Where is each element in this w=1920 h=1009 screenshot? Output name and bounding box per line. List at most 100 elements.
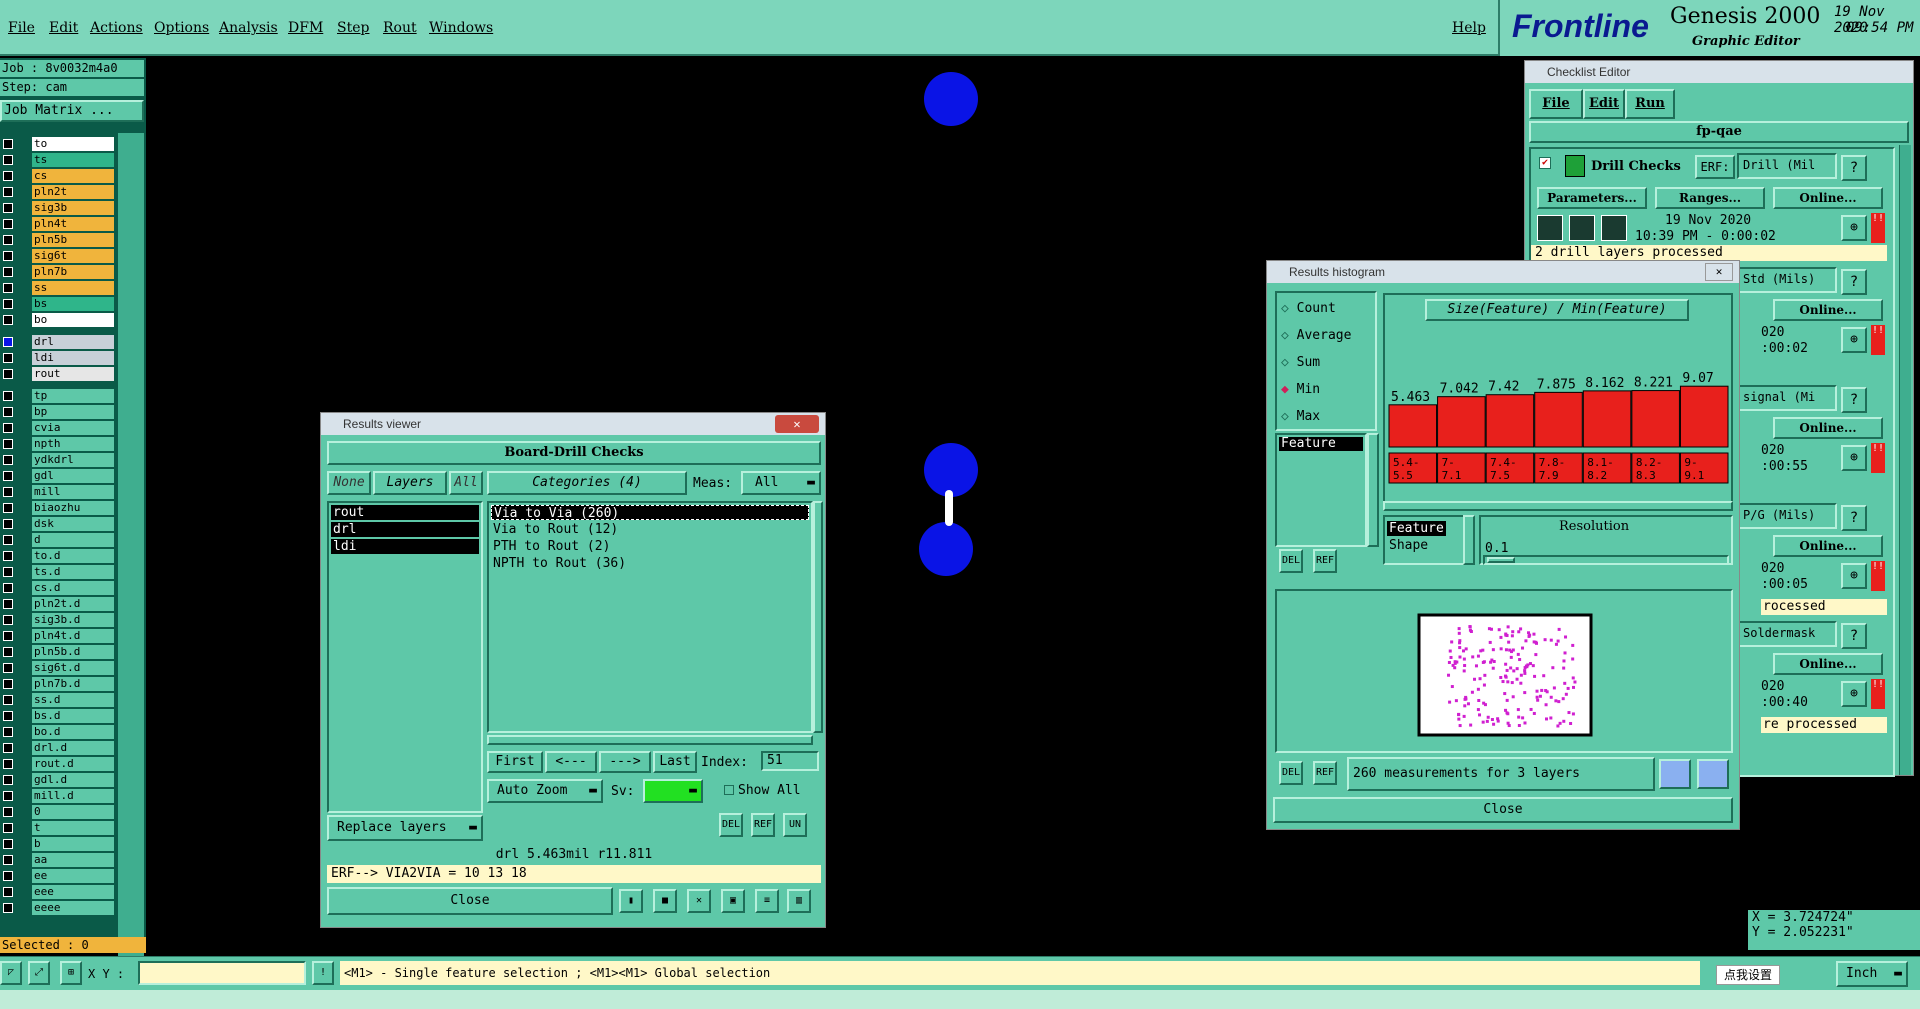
layers-button[interactable]: Layers [373, 471, 447, 495]
feature-list[interactable]: Feature [1275, 433, 1367, 547]
layer-checkbox[interactable] [3, 711, 13, 721]
select-tool-icon[interactable]: ◸ [0, 961, 22, 985]
layer-checkbox[interactable] [3, 887, 13, 897]
layer-checkbox[interactable] [3, 283, 13, 293]
layer-checkbox[interactable] [3, 839, 13, 849]
radio-option[interactable]: ◇ Average [1281, 328, 1351, 343]
next-button[interactable]: ---> [599, 751, 651, 773]
erf-field[interactable]: signal (Mi [1737, 385, 1837, 411]
layer-name[interactable]: dsk [32, 517, 114, 531]
resolution-slider[interactable] [1483, 555, 1729, 565]
layer-name[interactable]: ee [32, 869, 114, 883]
layer-checkbox[interactable] [3, 567, 13, 577]
layer-name[interactable]: ts.d [32, 565, 114, 579]
menu-step[interactable]: Step [337, 20, 369, 36]
layer-name[interactable]: pln5b [32, 233, 114, 247]
checklist-menu-run[interactable]: Run [1625, 89, 1675, 119]
checklist-menu-edit[interactable]: Edit [1583, 89, 1625, 119]
erf-field[interactable]: Drill (Mil [1737, 153, 1837, 179]
histogram-bar[interactable] [1679, 385, 1729, 448]
layer-checkbox[interactable] [3, 871, 13, 881]
layer-checkbox[interactable] [3, 759, 13, 769]
help-icon[interactable]: ? [1841, 387, 1867, 413]
layer-scroll-area[interactable] [118, 133, 144, 993]
layer-checkbox[interactable] [3, 407, 13, 417]
parameters-button[interactable]: Parameters... [1537, 187, 1647, 209]
layer-checkbox[interactable] [3, 647, 13, 657]
categories-list[interactable]: Via to Via (260) Via to Rout (12) PTH to… [487, 501, 813, 733]
vertical-scrollbar[interactable] [1899, 145, 1911, 775]
menu-windows[interactable]: Windows [429, 20, 493, 36]
zoom-icon[interactable]: ⊕ [1841, 445, 1867, 471]
histogram-bar[interactable] [1582, 390, 1632, 448]
import-icon[interactable] [1697, 759, 1729, 789]
layer-checkbox[interactable] [3, 353, 13, 363]
check-enabled-checkbox[interactable]: ✔ [1539, 157, 1551, 169]
layer-name[interactable]: mill [32, 485, 114, 499]
layer-name[interactable]: pln5b.d [32, 645, 114, 659]
slider-handle[interactable] [1487, 557, 1515, 563]
layer-checkbox[interactable] [3, 807, 13, 817]
layer-checkbox[interactable] [3, 299, 13, 309]
zoom-icon[interactable]: ⊕ [1841, 681, 1867, 707]
histogram-bar[interactable] [1485, 394, 1535, 448]
layer-checkbox[interactable] [3, 791, 13, 801]
layer-checkbox[interactable] [3, 391, 13, 401]
layer-name[interactable]: rout [32, 367, 114, 381]
vertical-scrollbar[interactable] [1463, 515, 1475, 565]
layer-checkbox[interactable] [3, 519, 13, 529]
report-icon[interactable]: ■ [653, 889, 677, 913]
list-item[interactable]: drl [331, 522, 479, 537]
layer-name[interactable]: ts [32, 153, 114, 167]
layer-checkbox[interactable] [3, 535, 13, 545]
layer-name[interactable]: bo [32, 313, 114, 327]
layer-checkbox[interactable] [3, 487, 13, 497]
layer-checkbox[interactable] [3, 337, 13, 347]
last-button[interactable]: Last [653, 751, 697, 773]
ranges-button[interactable]: Ranges... [1655, 187, 1765, 209]
histogram-bar[interactable] [1437, 396, 1486, 448]
layer-checkbox[interactable] [3, 823, 13, 833]
histogram-chart[interactable]: Size(Feature) / Min(Feature) 5.463 5.4- 5.… [1383, 293, 1733, 507]
list-item[interactable]: Shape [1387, 538, 1469, 553]
layer-name[interactable]: cs [32, 169, 114, 183]
layer-checkbox[interactable] [3, 139, 13, 149]
stop-icon[interactable] [1601, 215, 1627, 241]
layer-name[interactable]: drl [32, 335, 114, 349]
zoom-icon[interactable]: ⊕ [1841, 215, 1867, 241]
layer-name[interactable]: pln7b [32, 265, 114, 279]
menu-rout[interactable]: Rout [383, 20, 417, 36]
layer-name[interactable]: b [32, 837, 114, 851]
layer-name[interactable]: to [32, 137, 114, 151]
layer-checkbox[interactable] [3, 679, 13, 689]
erf-field[interactable]: P/G (Mils) [1737, 503, 1837, 529]
zoom-icon[interactable]: ⊕ [1841, 563, 1867, 589]
vertical-scrollbar[interactable] [813, 501, 823, 733]
settings-tooltip[interactable]: 点我设置 [1716, 965, 1780, 985]
none-button[interactable]: None [327, 471, 371, 495]
del-icon[interactable]: DEL [719, 813, 743, 837]
measure-tool-icon[interactable]: ⤢ [28, 961, 50, 985]
layer-name[interactable]: pln2t [32, 185, 114, 199]
layer-checkbox[interactable] [3, 369, 13, 379]
layer-name[interactable]: cs.d [32, 581, 114, 595]
online-button[interactable]: Online... [1773, 299, 1883, 321]
radio-option[interactable]: ◇ Count [1281, 301, 1336, 316]
layer-checkbox[interactable] [3, 743, 13, 753]
layer-name[interactable]: pln2t.d [32, 597, 114, 611]
histogram-plot[interactable]: 5.463 5.4-5.5 7.042 7-7.1 7.42 7.4-7.5 7.875 7.… [1385, 325, 1731, 505]
run-all-icon[interactable] [1569, 215, 1595, 241]
layer-checkbox[interactable] [3, 471, 13, 481]
replace-layers-dropdown[interactable]: Replace layers ▬ [327, 815, 483, 841]
layer-checkbox[interactable] [3, 663, 13, 673]
list-item[interactable]: ldi [331, 539, 479, 554]
layer-name[interactable]: eee [32, 885, 114, 899]
histogram-bar[interactable] [1534, 391, 1583, 448]
prev-button[interactable]: <--- [545, 751, 597, 773]
online-button[interactable]: Online... [1773, 653, 1883, 675]
online-button[interactable]: Online... [1773, 417, 1883, 439]
menu-edit[interactable]: Edit [49, 20, 78, 36]
layer-name[interactable]: sig6t [32, 249, 114, 263]
layer-name[interactable]: t [32, 821, 114, 835]
layer-checkbox[interactable] [3, 695, 13, 705]
